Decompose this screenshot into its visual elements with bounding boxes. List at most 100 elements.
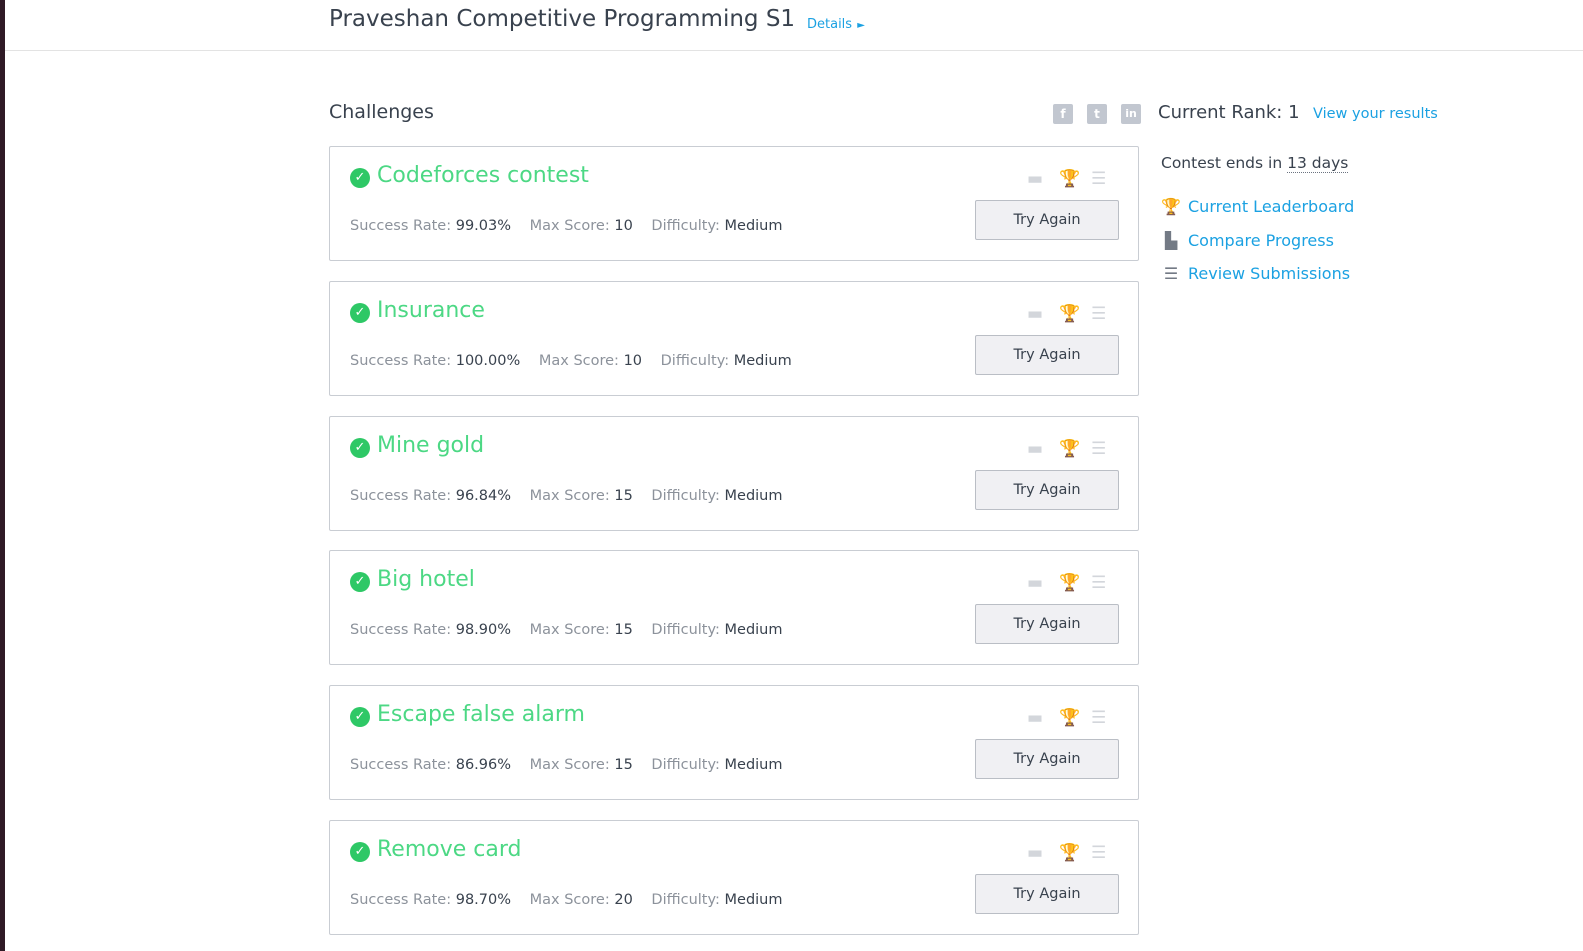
twitter-share-icon[interactable]: t <box>1087 104 1107 124</box>
discussion-icon[interactable]: ▬ <box>1027 169 1043 189</box>
contest-ends-value: 13 days <box>1287 154 1349 173</box>
difficulty-value: Medium <box>724 892 783 908</box>
try-again-button[interactable]: Try Again <box>975 874 1119 914</box>
leaderboard-trophy-icon[interactable]: 🏆 <box>1059 843 1080 863</box>
current-rank: Current Rank: 1 <box>1158 102 1300 123</box>
difficulty-label: Difficulty: <box>651 622 720 638</box>
details-label: Details <box>807 17 853 32</box>
max-score-value: 10 <box>614 218 633 234</box>
difficulty-label: Difficulty: <box>660 353 730 369</box>
bar-chart-icon: ▙ <box>1164 231 1178 250</box>
max-score-label: Max Score: <box>529 622 610 638</box>
leaderboard-trophy-icon[interactable]: 🏆 <box>1059 708 1080 728</box>
try-again-button[interactable]: Try Again <box>975 470 1119 510</box>
challenge-card: ✓ Insurance Success Rate: 100.00% Max Sc… <box>329 281 1139 396</box>
discussion-icon[interactable]: ▬ <box>1027 304 1043 324</box>
challenge-title-link[interactable]: Remove card <box>377 837 521 862</box>
submissions-list-icon[interactable]: ☰ <box>1091 304 1106 324</box>
challenge-title-link[interactable]: Insurance <box>377 298 485 323</box>
try-again-button[interactable]: Try Again <box>975 335 1119 375</box>
linkedin-share-icon[interactable]: in <box>1121 104 1141 124</box>
challenge-title-link[interactable]: Big hotel <box>377 567 475 592</box>
details-link[interactable]: Details ► <box>807 17 865 32</box>
list-icon: ☰ <box>1163 264 1179 283</box>
contest-ends-text: Contest ends in 13 days <box>1161 154 1349 173</box>
challenge-action-icons: ▬ 🏆 ☰ <box>1027 708 1107 728</box>
discussion-icon[interactable]: ▬ <box>1027 573 1043 593</box>
challenge-card: ✓ Mine gold Success Rate: 96.84% Max Sco… <box>329 416 1139 531</box>
challenge-action-icons: ▬ 🏆 ☰ <box>1027 573 1107 593</box>
max-score-label: Max Score: <box>529 892 610 908</box>
difficulty-value: Medium <box>724 757 783 773</box>
submissions-list-icon[interactable]: ☰ <box>1091 439 1106 459</box>
max-score-value: 10 <box>623 353 643 369</box>
challenge-meta: Success Rate: 98.90% Max Score: 15 Diffi… <box>350 622 797 638</box>
contest-ends-prefix: Contest ends in <box>1161 154 1283 172</box>
submissions-list-icon[interactable]: ☰ <box>1091 169 1106 189</box>
leaderboard-trophy-icon[interactable]: 🏆 <box>1059 573 1080 593</box>
challenge-meta: Success Rate: 86.96% Max Score: 15 Diffi… <box>350 757 797 773</box>
max-score-value: 20 <box>614 892 633 908</box>
max-score-label: Max Score: <box>538 353 619 369</box>
compare-progress-link[interactable]: ▙ Compare Progress <box>1160 231 1334 250</box>
solved-check-icon: ✓ <box>350 168 370 188</box>
trophy-icon: 🏆 <box>1161 197 1181 216</box>
leaderboard-trophy-icon[interactable]: 🏆 <box>1059 304 1080 324</box>
challenge-card: ✓ Codeforces contest Success Rate: 99.03… <box>329 146 1139 261</box>
success-rate-value: 98.70% <box>455 892 512 908</box>
try-again-button[interactable]: Try Again <box>975 604 1119 644</box>
challenge-action-icons: ▬ 🏆 ☰ <box>1027 169 1107 189</box>
challenge-meta: Success Rate: 96.84% Max Score: 15 Diffi… <box>350 488 797 504</box>
submissions-list-icon[interactable]: ☰ <box>1091 573 1106 593</box>
difficulty-value: Medium <box>724 488 783 504</box>
difficulty-value: Medium <box>733 353 792 369</box>
max-score-value: 15 <box>614 622 633 638</box>
challenge-card: ✓ Big hotel Success Rate: 98.90% Max Sco… <box>329 550 1139 665</box>
difficulty-label: Difficulty: <box>651 218 720 234</box>
max-score-label: Max Score: <box>529 488 610 504</box>
difficulty-value: Medium <box>724 218 783 234</box>
success-rate-label: Success Rate: <box>350 488 452 504</box>
success-rate-label: Success Rate: <box>350 622 452 638</box>
leaderboard-trophy-icon[interactable]: 🏆 <box>1059 439 1080 459</box>
challenge-meta: Success Rate: 100.00% Max Score: 10 Diff… <box>350 353 806 369</box>
max-score-label: Max Score: <box>529 757 610 773</box>
discussion-icon[interactable]: ▬ <box>1027 708 1043 728</box>
discussion-icon[interactable]: ▬ <box>1027 843 1043 863</box>
solved-check-icon: ✓ <box>350 438 370 458</box>
success-rate-label: Success Rate: <box>350 757 452 773</box>
try-again-button[interactable]: Try Again <box>975 200 1119 240</box>
challenge-title-link[interactable]: Codeforces contest <box>377 163 589 188</box>
submissions-list-icon[interactable]: ☰ <box>1091 708 1106 728</box>
difficulty-label: Difficulty: <box>651 757 720 773</box>
max-score-value: 15 <box>614 757 633 773</box>
success-rate-value: 96.84% <box>455 488 512 504</box>
left-edge-strip <box>0 0 5 951</box>
solved-check-icon: ✓ <box>350 572 370 592</box>
submissions-list-icon[interactable]: ☰ <box>1091 843 1106 863</box>
challenge-meta: Success Rate: 99.03% Max Score: 10 Diffi… <box>350 218 797 234</box>
max-score-label: Max Score: <box>529 218 610 234</box>
discussion-icon[interactable]: ▬ <box>1027 439 1043 459</box>
max-score-value: 15 <box>614 488 633 504</box>
challenge-action-icons: ▬ 🏆 ☰ <box>1027 304 1107 324</box>
view-results-link[interactable]: View your results <box>1313 106 1438 122</box>
solved-check-icon: ✓ <box>350 842 370 862</box>
current-leaderboard-label: Current Leaderboard <box>1188 197 1355 216</box>
contest-title: Praveshan Competitive Programming S1 <box>329 6 796 32</box>
success-rate-value: 86.96% <box>455 757 512 773</box>
challenge-title-link[interactable]: Escape false alarm <box>377 702 585 727</box>
review-submissions-label: Review Submissions <box>1188 264 1351 283</box>
challenge-meta: Success Rate: 98.70% Max Score: 20 Diffi… <box>350 892 797 908</box>
solved-check-icon: ✓ <box>350 707 370 727</box>
leaderboard-trophy-icon[interactable]: 🏆 <box>1059 169 1080 189</box>
success-rate-label: Success Rate: <box>350 218 452 234</box>
current-leaderboard-link[interactable]: 🏆 Current Leaderboard <box>1160 197 1354 216</box>
compare-progress-label: Compare Progress <box>1188 231 1334 250</box>
challenge-title-link[interactable]: Mine gold <box>377 433 484 458</box>
success-rate-label: Success Rate: <box>350 353 452 369</box>
difficulty-label: Difficulty: <box>651 892 720 908</box>
try-again-button[interactable]: Try Again <box>975 739 1119 779</box>
facebook-share-icon[interactable]: f <box>1053 104 1073 124</box>
review-submissions-link[interactable]: ☰ Review Submissions <box>1160 264 1350 283</box>
